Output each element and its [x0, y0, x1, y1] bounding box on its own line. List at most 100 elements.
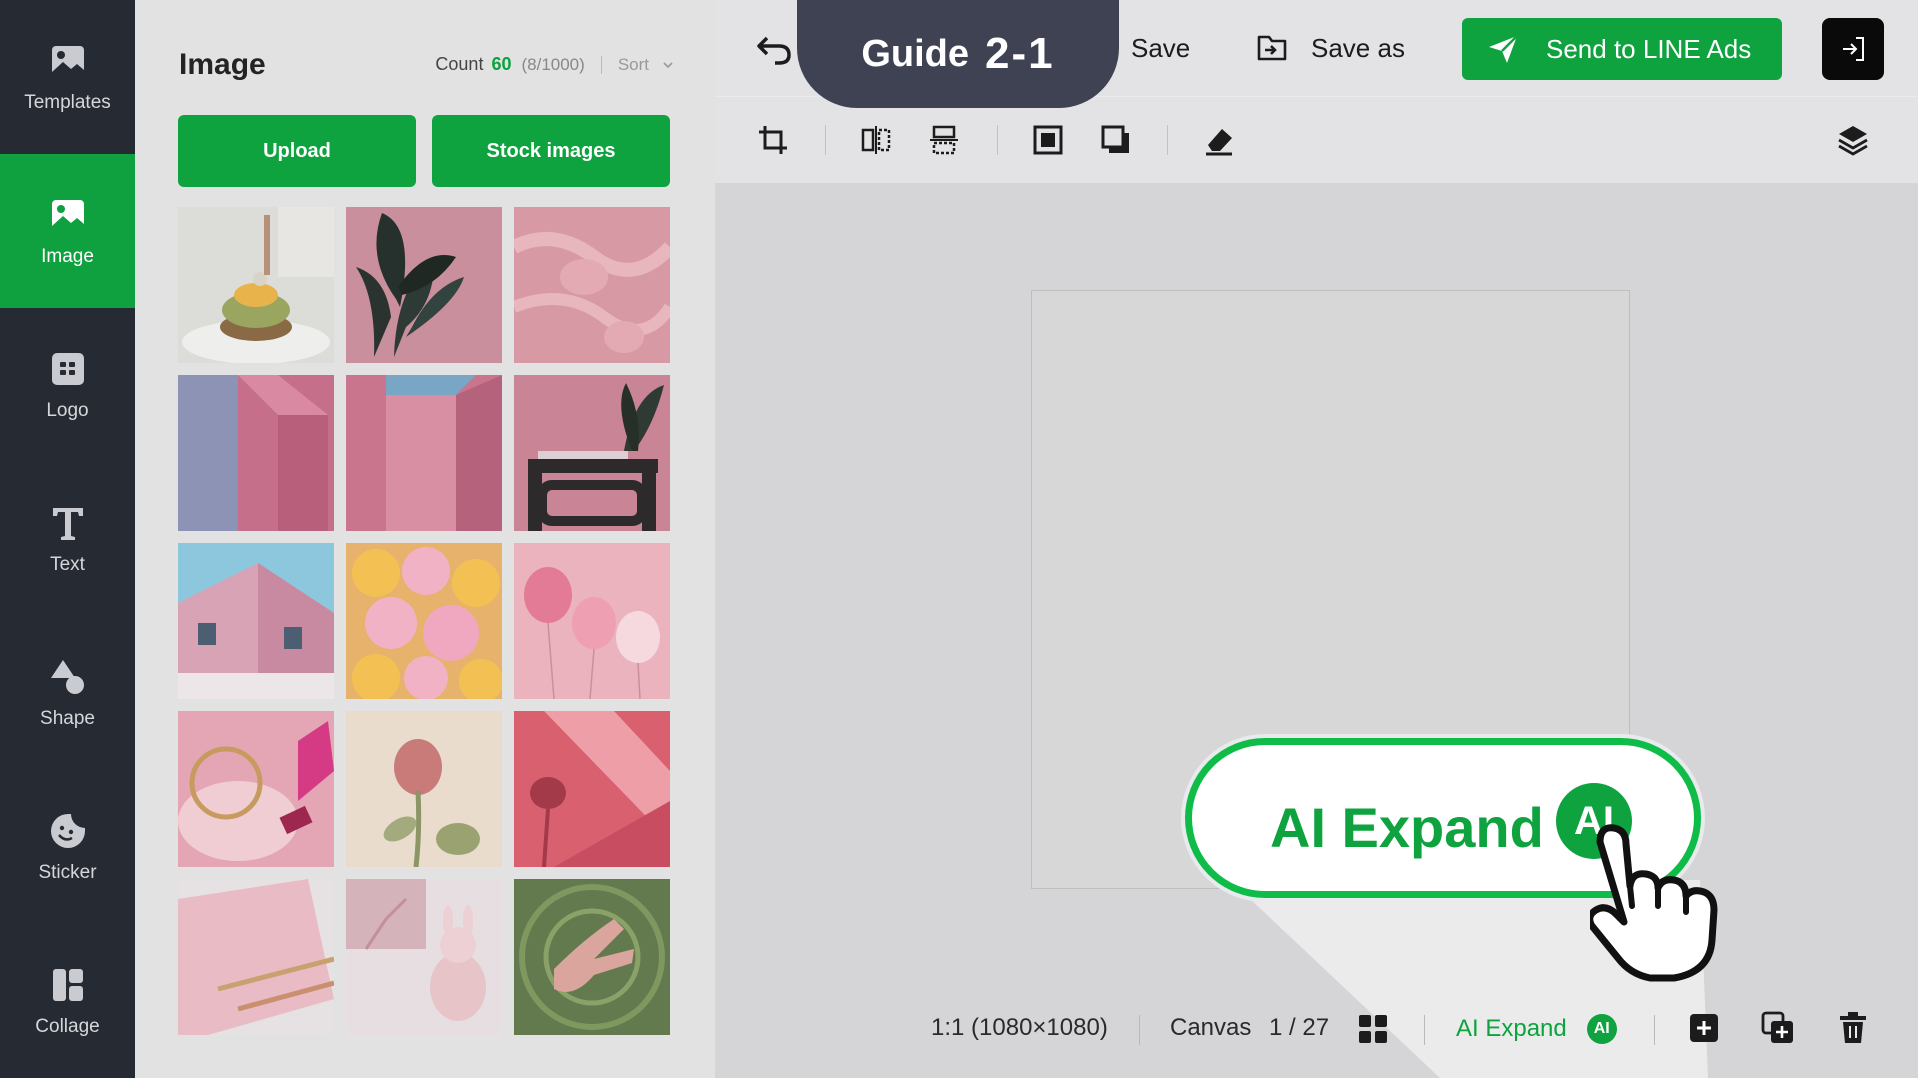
exit-button[interactable]	[1822, 18, 1884, 80]
nav-label-logo: Logo	[46, 400, 89, 421]
image-thumbnail[interactable]	[346, 543, 502, 699]
flip-vertical-icon	[930, 125, 958, 155]
undo-button[interactable]	[753, 28, 795, 70]
layers-tool[interactable]	[1832, 119, 1874, 161]
count-value: 60	[491, 54, 512, 74]
image-thumbnail[interactable]	[178, 543, 334, 699]
guide-number: 2-1	[985, 29, 1055, 78]
undo-icon	[757, 36, 791, 65]
image-thumbnail[interactable]	[346, 207, 502, 363]
flip-horizontal-tool[interactable]	[855, 119, 897, 161]
pink-gift-bunny-image	[346, 879, 502, 1035]
upload-button[interactable]: Upload	[178, 115, 416, 187]
bottom-divider	[1654, 1015, 1655, 1045]
duplicate-page-icon	[1761, 1011, 1793, 1043]
panel-title: Image	[179, 48, 266, 81]
send-to-line-ads-button[interactable]: Send to LINE Ads	[1462, 18, 1782, 80]
nav-item-logo[interactable]: Logo	[0, 308, 135, 462]
toolbar-divider	[997, 125, 998, 155]
flip-vertical-tool[interactable]	[923, 119, 965, 161]
canvas-ratio[interactable]: 1:1 (1080×1080)	[931, 1014, 1108, 1042]
image-thumbnail[interactable]	[178, 711, 334, 867]
add-page-button[interactable]	[1688, 1012, 1720, 1044]
border-icon	[1033, 125, 1063, 155]
nav-item-collage[interactable]: Collage	[0, 924, 135, 1078]
image-thumbnail[interactable]	[514, 375, 670, 531]
image-grid	[178, 207, 672, 1035]
save-as-icon	[1257, 35, 1287, 61]
image-thumbnail[interactable]	[346, 375, 502, 531]
image-thumbnail[interactable]	[346, 879, 502, 1035]
send-label: Send to LINE Ads	[1546, 33, 1752, 64]
collage-icon	[52, 969, 83, 1001]
image-thumbnail[interactable]	[346, 711, 502, 867]
exit-icon	[1843, 37, 1864, 61]
image-thumbnail[interactable]	[514, 207, 670, 363]
callout-ai-badge: AI	[1556, 783, 1632, 859]
stock-images-button[interactable]: Stock images	[432, 115, 670, 187]
nav-label-collage: Collage	[35, 1016, 100, 1037]
nav-label-text: Text	[50, 554, 85, 575]
ai-expand-button[interactable]: AI Expand AI	[1456, 1012, 1617, 1046]
crop-tool[interactable]	[752, 119, 794, 161]
image-thumbnail[interactable]	[514, 711, 670, 867]
eraser-icon	[1206, 129, 1232, 156]
grid-icon	[1359, 1015, 1387, 1043]
nav-label-shape: Shape	[40, 708, 95, 729]
toolbar-divider	[825, 125, 826, 155]
left-nav: Templates Image Logo Text Shape Sticker …	[0, 0, 135, 1078]
pink-stripes-shadow-image	[514, 711, 670, 867]
guide-tab: Guide 2-1	[797, 0, 1119, 108]
chevron-down-icon[interactable]	[661, 58, 675, 72]
page-grid-button[interactable]	[1358, 1014, 1388, 1044]
nav-item-sticker[interactable]: Sticker	[0, 770, 135, 924]
pink-building-corner-image	[346, 375, 502, 531]
save-as-button[interactable]: Save as	[1255, 24, 1405, 72]
logo-icon	[51, 353, 84, 385]
image-thumbnail[interactable]	[178, 207, 334, 363]
nav-item-image[interactable]: Image	[0, 154, 135, 308]
pink-notebook-image	[178, 879, 334, 1035]
pink-wall-blue-sky-image	[178, 375, 334, 531]
guide-word: Guide	[861, 32, 970, 75]
pink-fabric-image	[514, 207, 670, 363]
sort-dropdown[interactable]: Sort	[618, 55, 649, 75]
ai-badge: AI	[1586, 1014, 1617, 1044]
paper-plane-icon	[1489, 35, 1518, 63]
nav-item-templates[interactable]: Templates	[0, 0, 135, 154]
save-button[interactable]: Save	[1131, 24, 1190, 72]
yellow-pink-balloons-image	[346, 543, 502, 699]
count-divider	[600, 55, 602, 74]
save-as-label: Save as	[1311, 32, 1405, 63]
shadow-tool[interactable]	[1095, 119, 1137, 161]
delete-page-button[interactable]	[1837, 1011, 1869, 1045]
canvas-label: Canvas	[1170, 1014, 1252, 1041]
edit-toolbar	[715, 97, 1918, 183]
duplicate-page-button[interactable]	[1761, 1011, 1795, 1045]
nav-item-shape[interactable]: Shape	[0, 616, 135, 770]
food-dish-image	[178, 207, 334, 363]
crop-icon	[759, 126, 787, 154]
bottom-divider	[1424, 1015, 1425, 1045]
editor-app: Templates Image Logo Text Shape Sticker …	[0, 0, 1918, 1078]
pink-stool-plant-image	[514, 375, 670, 531]
trash-icon	[1840, 1012, 1866, 1043]
nav-item-text[interactable]: Text	[0, 462, 135, 616]
eraser-tool[interactable]	[1198, 119, 1240, 161]
ai-expand-label: AI Expand	[1456, 1015, 1567, 1042]
sticker-icon	[50, 814, 85, 848]
text-icon	[52, 508, 83, 540]
image-thumbnail[interactable]	[178, 879, 334, 1035]
image-thumbnail[interactable]	[178, 375, 334, 531]
pink-accessories-image	[178, 711, 334, 867]
shape-icon	[50, 660, 84, 694]
border-tool[interactable]	[1027, 119, 1069, 161]
count-row: Count 60 (8/1000) Sort	[435, 54, 675, 75]
image-icon	[51, 200, 84, 230]
ai-expand-callout[interactable]: AI Expand AI	[1185, 738, 1701, 898]
image-thumbnail[interactable]	[514, 543, 670, 699]
image-panel: Image Count 60 (8/1000) Sort Upload Stoc…	[135, 0, 715, 1078]
image-thumbnail[interactable]	[514, 879, 670, 1035]
nav-label-sticker: Sticker	[38, 862, 97, 883]
layers-icon	[1838, 126, 1868, 156]
